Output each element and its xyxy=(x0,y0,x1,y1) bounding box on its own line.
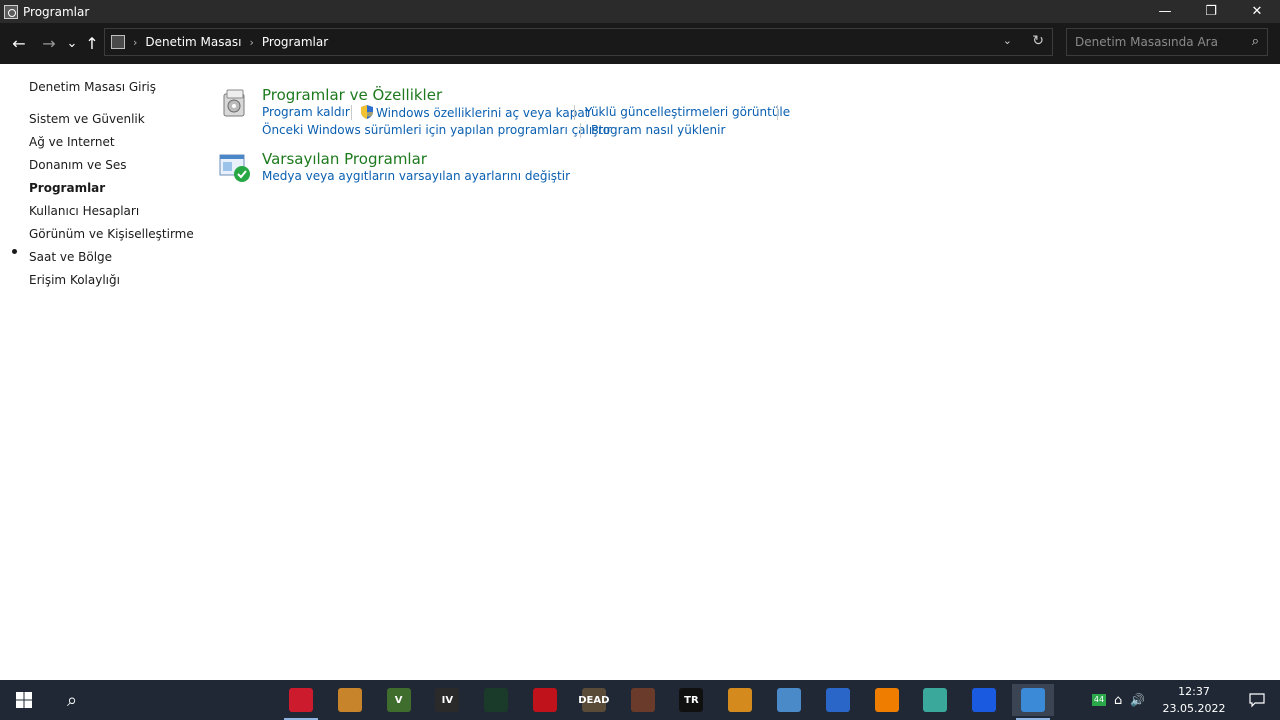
notification-icon xyxy=(1249,693,1265,708)
sidebar-item-system-security[interactable]: Sistem ve Güvenlik xyxy=(29,112,145,126)
category-default-programs: Varsayılan Programlar Medya veya aygıtla… xyxy=(218,150,798,190)
sidebar-item-control-panel-home[interactable]: Denetim Masası Giriş xyxy=(29,80,156,94)
sidebar-item-appearance[interactable]: Görünüm ve Kişiselleştirme xyxy=(29,227,194,241)
link-program-compatibility[interactable]: Önceki Windows sürümleri için yapılan pr… xyxy=(262,123,611,137)
the-walking-dead-icon: DEAD xyxy=(578,688,609,712)
taskbar-app-laptop-app[interactable] xyxy=(768,684,810,716)
forward-arrow-icon[interactable]: → xyxy=(38,31,60,55)
sidebar: Denetim Masası Giriş Sistem ve Güvenlik … xyxy=(0,64,200,304)
up-arrow-icon[interactable]: ↑ xyxy=(82,31,102,55)
breadcrumb-separator[interactable]: › xyxy=(249,36,253,49)
clock-time: 12:37 xyxy=(1178,685,1210,698)
warrior-game-icon xyxy=(630,688,655,712)
alien-game-icon xyxy=(484,688,509,712)
taskbar-app-vlc[interactable] xyxy=(866,684,908,716)
taskbar-app-counter-strike[interactable] xyxy=(329,684,371,716)
title-bar: Programlar — ❐ ✕ xyxy=(0,0,1280,23)
link-divider xyxy=(574,105,575,120)
taskbar-search-icon[interactable]: ⌕ xyxy=(48,680,96,720)
category-title-programs-features[interactable]: Programlar ve Özellikler xyxy=(262,86,442,104)
clock-date: 23.05.2022 xyxy=(1162,702,1226,715)
taskbar-app-half-life[interactable] xyxy=(719,684,761,716)
start-button[interactable] xyxy=(0,680,48,720)
taskbar-app-gta-v[interactable]: V xyxy=(378,684,420,716)
search-box[interactable]: ⌕ xyxy=(1066,28,1268,56)
taskbar-app-the-walking-dead[interactable]: DEAD xyxy=(573,684,615,716)
search-icon[interactable]: ⌕ xyxy=(1252,34,1259,49)
taskbar: ⌕ V IV DEAD TR 44 ⌂ 🔊 12:37 23.05.2022 xyxy=(0,680,1280,720)
counter-strike-icon xyxy=(337,688,362,712)
taskbar-app-malwarebytes[interactable] xyxy=(963,684,1005,716)
network-icon[interactable]: ⌂ xyxy=(1114,693,1122,708)
taskbar-app-shield-app[interactable] xyxy=(817,684,859,716)
search-input[interactable] xyxy=(1075,35,1240,49)
category-title-default-programs[interactable]: Varsayılan Programlar xyxy=(262,150,427,168)
volume-icon[interactable]: 🔊 xyxy=(1130,693,1145,707)
tray-badge-icon[interactable]: 44 xyxy=(1092,694,1106,706)
control-panel-icon xyxy=(4,4,18,19)
link-windows-features-label[interactable]: Windows özelliklerini aç veya kapat xyxy=(376,106,589,120)
control-panel-icon xyxy=(1021,688,1045,712)
link-uninstall-program[interactable]: Program kaldır xyxy=(262,105,350,119)
address-bar[interactable]: › Denetim Masası › Programlar ⌄ ↻ xyxy=(104,28,1053,56)
back-arrow-icon[interactable]: ← xyxy=(8,31,30,55)
windows-logo-icon xyxy=(16,692,32,708)
taskbar-app-cleaner-app[interactable] xyxy=(914,684,956,716)
malwarebytes-icon xyxy=(972,688,997,712)
gta-v-icon: V xyxy=(386,688,411,712)
taskbar-app-control-panel[interactable] xyxy=(1012,684,1054,720)
uac-shield-icon xyxy=(361,105,373,119)
control-panel-icon xyxy=(111,35,125,49)
link-change-default-settings[interactable]: Medya veya aygıtların varsayılan ayarlar… xyxy=(262,169,570,183)
gta-iv-icon: IV xyxy=(435,688,460,712)
half-life-icon xyxy=(728,688,753,712)
notification-center-icon[interactable] xyxy=(1234,680,1280,720)
taskbar-app-gta-iv[interactable]: IV xyxy=(426,684,468,716)
shield-app-icon xyxy=(825,688,850,712)
red-game-icon xyxy=(533,688,557,712)
navigation-bar: ← → ⌄ ↑ › Denetim Masası › Programlar ⌄ … xyxy=(0,23,1280,64)
taskbar-app-opera[interactable] xyxy=(280,684,322,720)
cleaner-app-icon xyxy=(923,688,948,712)
sidebar-item-ease-of-access[interactable]: Erişim Kolaylığı xyxy=(29,273,120,287)
link-divider xyxy=(580,123,581,138)
breadcrumb-separator: › xyxy=(133,35,138,49)
sidebar-item-clock-region[interactable]: Saat ve Bölge xyxy=(29,250,112,264)
window-controls: — ❐ ✕ xyxy=(1142,0,1280,23)
link-how-to-install[interactable]: Program nasıl yüklenir xyxy=(591,123,725,137)
category-programs-features: Programlar ve Özellikler Program kaldır … xyxy=(218,86,798,142)
link-windows-features[interactable]: Windows özelliklerini aç veya kapat xyxy=(361,105,589,120)
link-divider xyxy=(351,105,352,120)
taskbar-app-red-game[interactable] xyxy=(524,684,566,716)
taskbar-app-alien-game[interactable] xyxy=(475,684,517,716)
breadcrumb-programs[interactable]: Programlar xyxy=(262,35,328,49)
laptop-app-icon xyxy=(777,688,801,712)
window-title: Programlar xyxy=(23,4,90,19)
opera-icon xyxy=(289,688,313,712)
vlc-icon xyxy=(874,688,899,712)
recent-locations-chevron-icon[interactable]: ⌄ xyxy=(64,31,80,55)
maximize-button[interactable]: ❐ xyxy=(1188,0,1234,23)
address-dropdown-icon[interactable]: ⌄ xyxy=(1003,34,1012,47)
sidebar-item-user-accounts[interactable]: Kullanıcı Hesapları xyxy=(29,204,139,218)
programs-features-icon xyxy=(223,89,245,117)
sidebar-item-hardware-sound[interactable]: Donanım ve Ses xyxy=(29,158,127,172)
taskbar-app-tomb-raider[interactable]: TR xyxy=(670,684,712,716)
active-indicator-bullet xyxy=(12,249,17,254)
breadcrumb-control-panel[interactable]: Denetim Masası xyxy=(145,35,241,49)
system-tray: 44 ⌂ 🔊 xyxy=(1092,680,1145,720)
default-programs-icon xyxy=(219,154,250,182)
taskbar-app-warrior-game[interactable] xyxy=(622,684,664,716)
refresh-icon[interactable]: ↻ xyxy=(1032,33,1044,49)
sidebar-item-programs[interactable]: Programlar xyxy=(29,181,105,195)
link-divider xyxy=(777,105,778,120)
taskbar-clock[interactable]: 12:37 23.05.2022 xyxy=(1160,683,1228,717)
sidebar-item-network-internet[interactable]: Ağ ve Internet xyxy=(29,135,115,149)
link-installed-updates[interactable]: Yüklü güncelleştirmeleri görüntüle xyxy=(585,105,790,119)
tomb-raider-icon: TR xyxy=(679,688,704,712)
close-button[interactable]: ✕ xyxy=(1234,0,1280,23)
minimize-button[interactable]: — xyxy=(1142,0,1188,23)
